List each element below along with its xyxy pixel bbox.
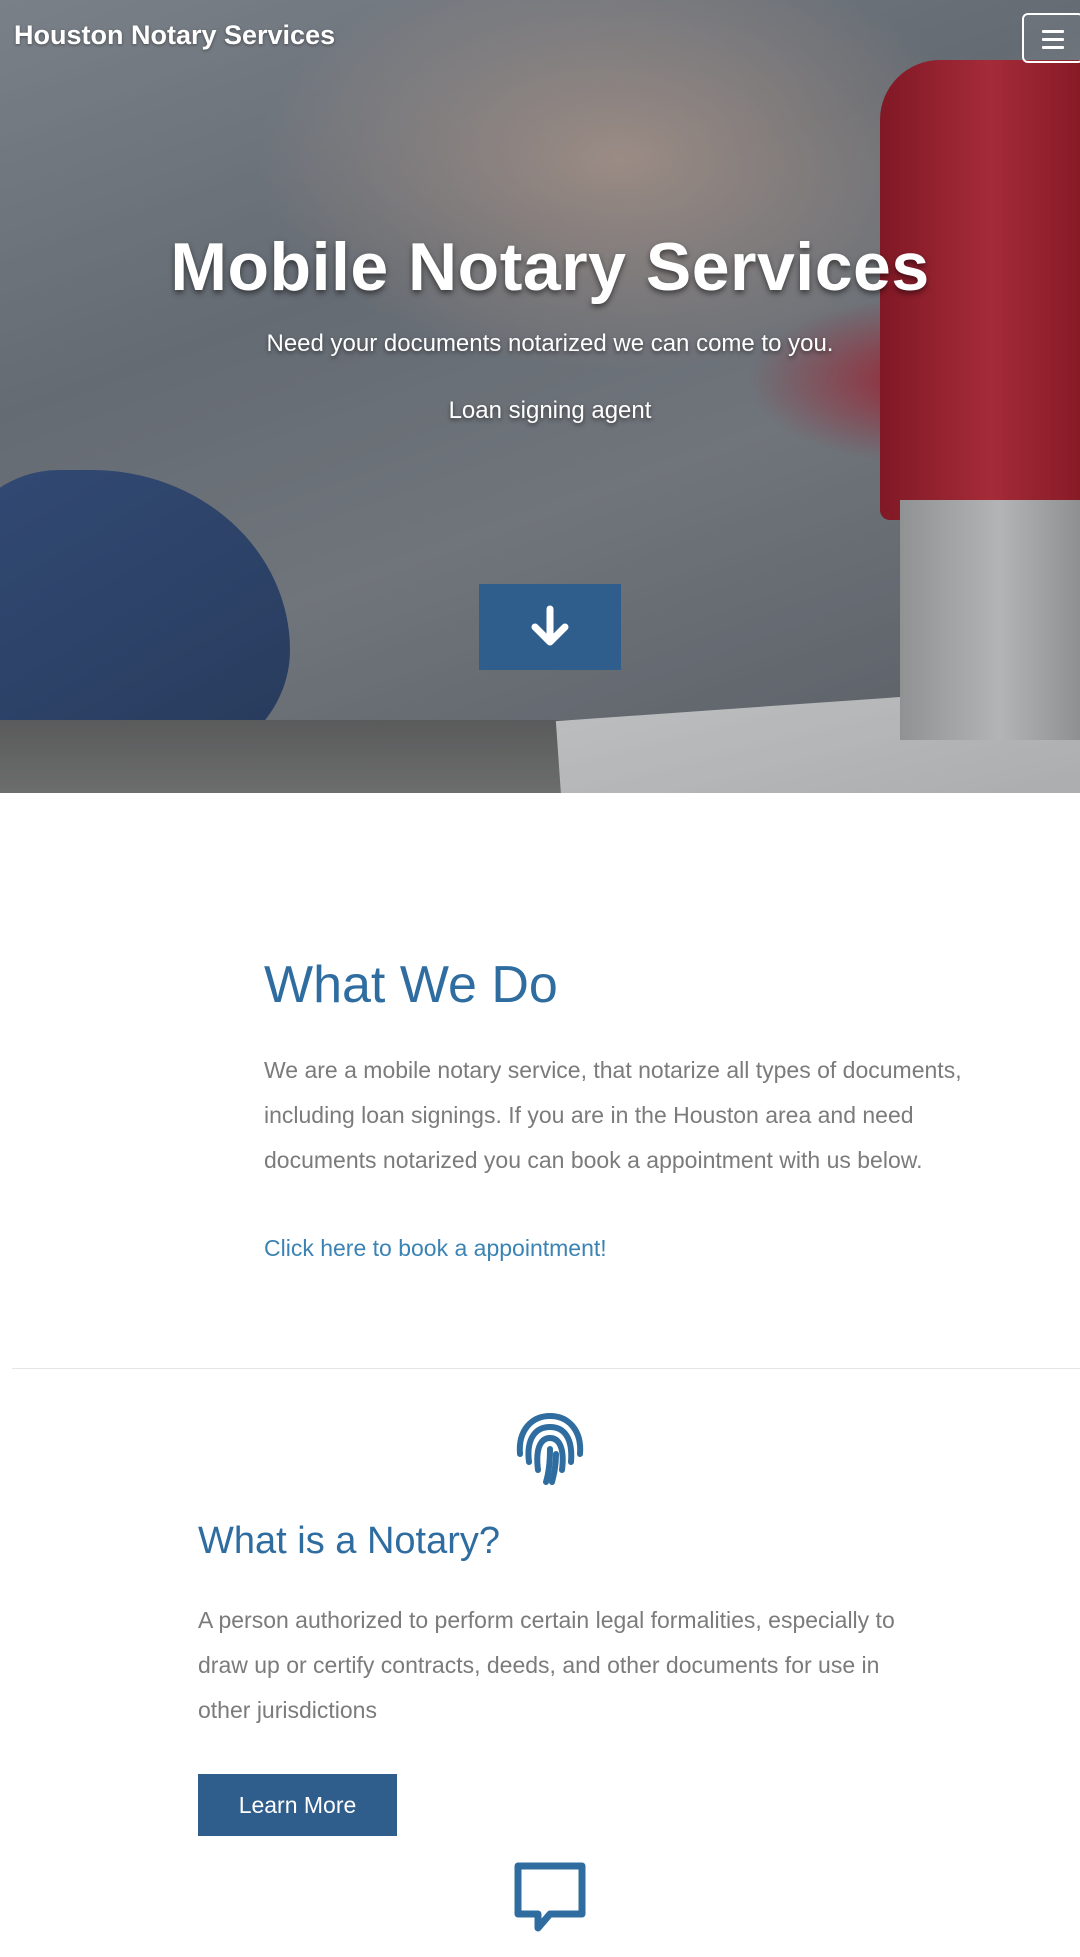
learn-more-button[interactable]: Learn More — [198, 1774, 397, 1836]
hamburger-icon-bar — [1042, 38, 1064, 41]
section-divider — [12, 1368, 1080, 1369]
hero-section: Houston Notary Services Mobile Notary Se… — [0, 0, 1080, 793]
what-we-do-body: We are a mobile notary service, that not… — [264, 1057, 962, 1173]
notary-title: What is a Notary? — [198, 1520, 500, 1562]
menu-toggle-button[interactable] — [1022, 13, 1080, 63]
scroll-down-button[interactable] — [479, 584, 621, 670]
book-appointment-link[interactable]: Click here to book a appointment! — [264, 1226, 607, 1271]
hamburger-icon-bar — [1042, 46, 1064, 49]
arrow-down-icon — [531, 605, 569, 646]
chat-bubble-icon — [514, 1862, 586, 1932]
brand-logo-link[interactable]: Houston Notary Services — [14, 20, 335, 51]
hero-subtitle: Need your documents notarized we can com… — [266, 330, 834, 357]
what-we-do-title: What We Do — [264, 956, 558, 1014]
hero-tagline: Loan signing agent — [448, 397, 652, 424]
notary-body: A person authorized to perform certain l… — [198, 1607, 895, 1723]
fingerprint-icon — [516, 1412, 584, 1485]
hero-title: Mobile Notary Services — [170, 229, 930, 305]
hamburger-icon — [1042, 30, 1064, 33]
